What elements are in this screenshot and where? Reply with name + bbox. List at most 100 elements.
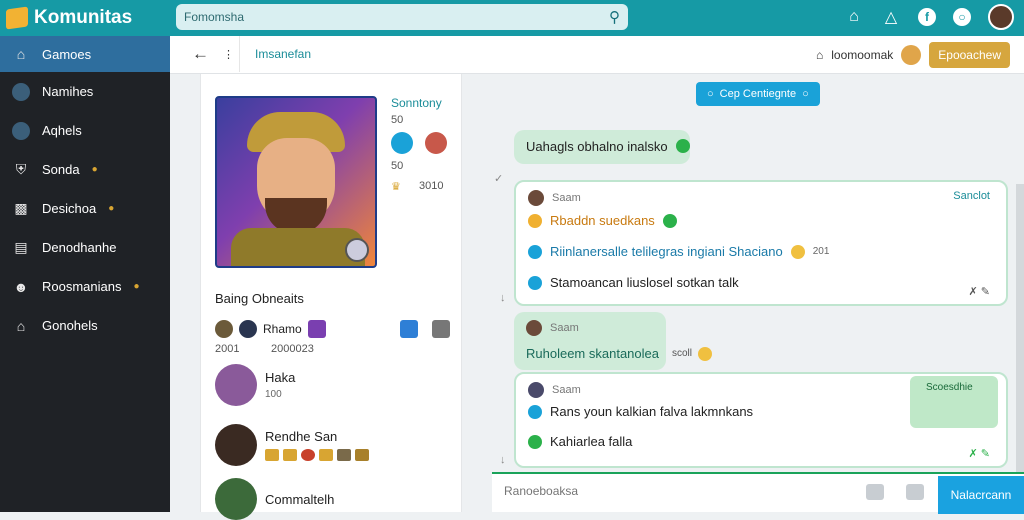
message-header: Saam [528,190,581,206]
profile-stat: 50 [391,114,404,126]
section-title: Baing Obneaits [215,291,304,306]
message-line: Rans youn kalkian falva lakmnkans [528,404,753,419]
sidebar-item-label: Roosmanians [42,279,122,294]
level-badge-icon [345,238,369,262]
avatar-badge-icon[interactable] [425,132,447,154]
tag-icon [355,449,369,461]
strip-number: 2001 [215,343,240,355]
friend-avatar [215,424,257,466]
hero-portrait[interactable] [215,96,377,268]
avatar-icon[interactable] [239,320,257,338]
clipboard-icon: ▤ [14,239,28,255]
sidebar-item-label: Desichoa [42,201,97,216]
top-button-label: Cep Centiegnte [719,88,797,100]
blue-badge-icon[interactable] [391,132,413,154]
sidebar-item-gonohels[interactable]: ⌂ Gonohels [0,306,170,345]
friend-sub: 100 [265,389,282,400]
tag-icon [283,449,297,461]
back-control[interactable]: ← ⋮ [172,36,240,72]
sender-avatar [528,190,544,206]
facebook-icon[interactable]: f [918,8,936,26]
message-header: Saam [526,320,579,336]
message-composer: Nalacrcann [492,472,1024,514]
send-button[interactable]: Nalacrcann [938,476,1024,514]
image-icon[interactable] [866,484,884,500]
chat-panel: ○ Cep Centiegnte ○ ✓ Uahagls obhalno ina… [492,74,1024,504]
chat-icon: ○ [707,88,714,100]
check-icon: ✓ [494,173,504,185]
home-icon: ⌂ [16,46,26,62]
sidebar-item-denodhanhe[interactable]: ▤ Denodhanhe [0,228,170,267]
message-bubble[interactable]: Saam Scoesdhie Rans youn kalkian falva l… [514,372,1008,468]
coin-icon: ● [108,203,115,214]
strip-number: 2000023 [271,343,314,355]
scrollbar[interactable] [1016,184,1024,504]
gold-button[interactable]: Epooachew [929,42,1010,68]
friend-avatar [215,364,257,406]
chat-icon[interactable]: ○ [953,8,971,26]
sub-header: ← ⋮ Imsanefan ⌂ loomoomak Epooachew [170,36,1024,74]
sidebar-item-label: Sonda [42,162,80,177]
controller-icon[interactable] [431,320,450,338]
emoji-icon [698,347,712,361]
sidebar: ⌂ Gamoes Namihes Aqhels ⛨ Sonda ● ▩ Desichoa… [0,36,170,512]
briefcase-icon: ▩ [14,200,28,216]
box-logo-icon [6,6,28,30]
sidebar-item-label: Namihes [42,84,94,99]
friend-name: Rendhe San [265,429,338,444]
profile-name: Sonntony [391,96,442,110]
emoji-icon [528,213,542,228]
shield-icon: ⛨ [15,161,27,177]
tag-icon [319,449,333,461]
shield-icon[interactable] [399,320,418,338]
app-logo[interactable]: Komunitas [0,6,170,30]
message-input[interactable] [504,484,834,498]
sidebar-item-names[interactable]: Namihes [0,72,170,111]
network-icon[interactable]: △ [881,7,901,27]
friend-item[interactable]: Rendhe San [215,424,369,466]
sidebar-item-label: Denodhanhe [42,240,117,255]
message-line: Riinlanersalle telilegras ingiani Shacia… [528,244,829,259]
sidebar-item-sonda[interactable]: ⛨ Sonda ● [0,150,170,189]
profile-stat: 50 [391,160,404,172]
gallery-icon[interactable] [906,484,924,500]
message-bubble[interactable]: Saam Sanclot Rbaddn suedkans Riinlanersa… [514,180,1008,306]
top-chat-button[interactable]: ○ Cep Centiegnte ○ [696,82,820,106]
home-icon[interactable]: ⌂ [844,7,864,27]
message-text: Ruholeem skantanolea [526,346,659,361]
subheader-label[interactable]: loomoomak [831,48,893,62]
sidebar-item-label: Gamoes [42,46,92,62]
message-status: Sanclot [953,190,990,202]
puzzle-icon[interactable] [307,320,326,338]
sidebar-item-roosmanians[interactable]: ☻ Roosmanians ● [0,267,170,306]
tag-icon [301,449,315,461]
message-text: Kahiarlea falla [550,434,633,449]
message-text: Uahagls obhalno inalsko [526,139,668,154]
app-title: Komunitas [34,7,133,28]
user-avatar[interactable] [988,4,1014,30]
edit-icon[interactable]: ✗ ✎ [969,447,991,460]
home-outline-icon[interactable]: ⌂ [816,48,823,62]
search-input[interactable] [184,10,601,24]
arrow-down-icon: ↓ [500,454,506,466]
achievement-strip: Rhamo [215,320,450,338]
back-arrow-icon[interactable]: ← [192,44,209,64]
avatar-icon[interactable] [215,320,233,338]
friend-item[interactable]: Haka 100 [215,364,295,406]
message-text: Rans youn kalkian falva lakmnkans [550,404,754,419]
message-line: Ruholeem skantanolea [526,346,659,361]
more-icon[interactable]: ⋮ [223,48,234,61]
friend-item[interactable]: Commaltelh [215,478,334,520]
message-bubble[interactable]: Saam Ruholeem skantanolea [514,312,666,370]
sidebar-item-desichoa[interactable]: ▩ Desichoa ● [0,189,170,228]
sender-name: Saam [552,384,581,396]
info-icon [528,275,542,290]
search-bar[interactable]: ⚲ [176,4,628,30]
sidebar-item-games[interactable]: ⌂ Gamoes [0,36,170,72]
friend-name: Haka [265,370,296,385]
sidebar-item-aqhels[interactable]: Aqhels [0,111,170,150]
edit-icon[interactable]: ✗ ✎ [969,285,991,298]
message-badge: Scoesdhie [910,376,998,428]
search-icon[interactable]: ⚲ [609,8,620,26]
message-bubble[interactable]: Uahagls obhalno inalsko [514,130,690,164]
